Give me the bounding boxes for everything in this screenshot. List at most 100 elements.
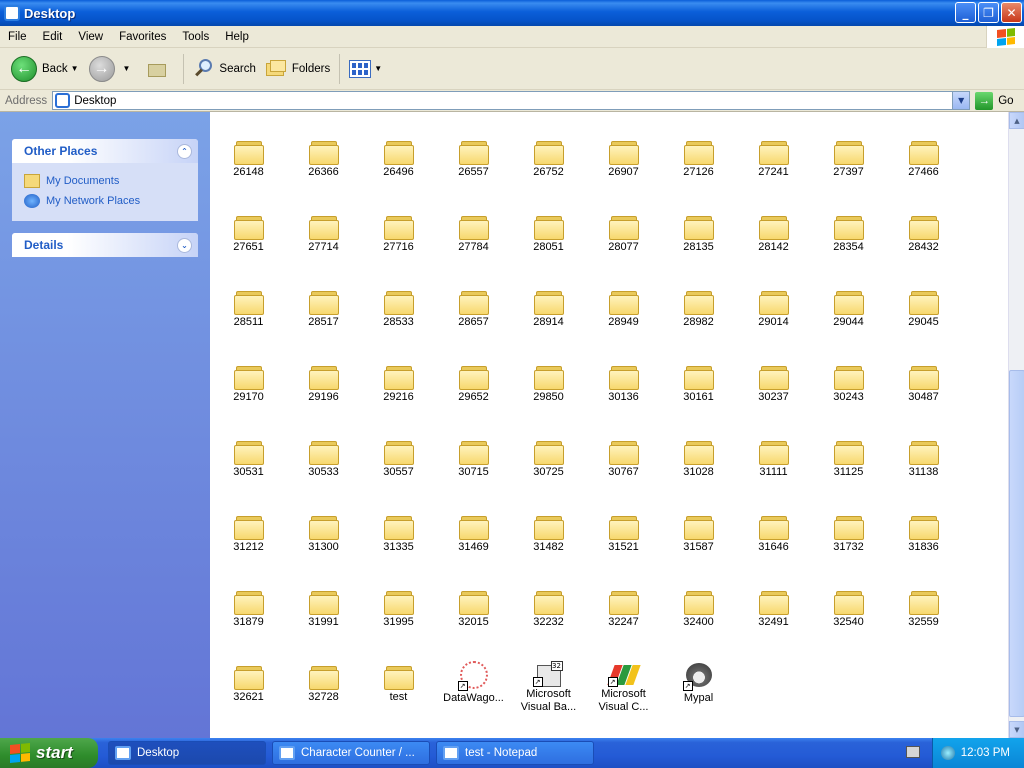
folder-item[interactable]: 27651 [211,189,286,264]
keyboard-icon[interactable] [906,746,920,758]
folder-item[interactable]: 31732 [811,489,886,564]
folder-item[interactable]: 31300 [286,489,361,564]
menu-tools[interactable]: Tools [174,31,217,43]
folder-item[interactable]: 27714 [286,189,361,264]
forward-dropdown-icon[interactable]: ▼ [123,64,131,73]
folders-button[interactable]: Folders [261,52,335,86]
folder-item[interactable]: 29196 [286,339,361,414]
folder-item[interactable]: 31028 [661,414,736,489]
folder-item[interactable]: 28533 [361,264,436,339]
folder-item[interactable]: 31836 [886,489,961,564]
folder-item[interactable]: 26752 [511,114,586,189]
back-dropdown-icon[interactable]: ▼ [71,64,79,73]
folder-item[interactable]: 31125 [811,414,886,489]
scroll-thumb[interactable] [1009,370,1024,717]
folder-item[interactable]: 32559 [886,564,961,639]
folder-item[interactable]: 30725 [511,414,586,489]
folder-item[interactable]: 28982 [661,264,736,339]
details-header[interactable]: Details ⌄ [12,233,198,257]
menu-file[interactable]: File [0,31,35,43]
folder-item[interactable]: 28142 [736,189,811,264]
folder-item[interactable]: 32247 [586,564,661,639]
folder-item[interactable]: 27466 [886,114,961,189]
folder-item[interactable]: 31482 [511,489,586,564]
link-my-documents[interactable]: My Documents [24,171,188,191]
folder-item[interactable]: 30136 [586,339,661,414]
folder-item[interactable]: 29044 [811,264,886,339]
folder-item[interactable]: 29045 [886,264,961,339]
folder-item[interactable]: 31335 [361,489,436,564]
folder-item[interactable]: 31995 [361,564,436,639]
folder-item[interactable]: 30487 [886,339,961,414]
taskbar-item-character-counter[interactable]: Character Counter / ... [272,741,430,765]
folder-item[interactable]: 30557 [361,414,436,489]
folder-item[interactable]: 31646 [736,489,811,564]
shortcut-item[interactable]: ↗ Microsoft Visual C... [586,639,661,714]
folder-item[interactable]: 31138 [886,414,961,489]
folder-item[interactable]: 31111 [736,414,811,489]
folder-item[interactable]: 27397 [811,114,886,189]
folder-item[interactable]: 32728 [286,639,361,714]
menu-help[interactable]: Help [217,31,257,43]
folder-item[interactable]: 27241 [736,114,811,189]
folder-item[interactable]: 27716 [361,189,436,264]
folder-item[interactable]: 30531 [211,414,286,489]
folder-item[interactable]: 30237 [736,339,811,414]
address-input[interactable]: Desktop ▼ [52,91,971,110]
folder-item[interactable]: 26148 [211,114,286,189]
folder-item[interactable]: 29850 [511,339,586,414]
folder-item[interactable]: 26907 [586,114,661,189]
folder-item[interactable]: 31469 [436,489,511,564]
folder-item[interactable]: 31879 [211,564,286,639]
minimize-button[interactable]: _ [955,2,976,23]
views-button[interactable]: ▼ [344,52,387,86]
folder-item[interactable]: 28511 [211,264,286,339]
folder-item[interactable]: 27784 [436,189,511,264]
folder-item[interactable]: 29216 [361,339,436,414]
network-tray-icon[interactable] [940,746,955,760]
folder-item[interactable]: 28517 [286,264,361,339]
folder-item[interactable]: 28657 [436,264,511,339]
folder-item[interactable]: 31991 [286,564,361,639]
folder-item[interactable]: 27126 [661,114,736,189]
close-button[interactable]: ✕ [1001,2,1022,23]
go-button[interactable]: → Go [975,91,1014,110]
taskbar-item-desktop[interactable]: Desktop [108,741,266,765]
folder-item[interactable]: 32232 [511,564,586,639]
shortcut-item[interactable]: ↗ Mypal [661,639,736,714]
shortcut-item[interactable]: 32 ↗ Microsoft Visual Ba... [511,639,586,714]
up-folder-button[interactable] [135,52,179,86]
folder-item[interactable]: 32015 [436,564,511,639]
menu-favorites[interactable]: Favorites [111,31,174,43]
scroll-down-arrow-icon[interactable]: ▼ [1009,721,1024,738]
clock[interactable]: 12:03 PM [961,747,1010,759]
folder-item[interactable]: 29170 [211,339,286,414]
folder-item[interactable]: 28135 [661,189,736,264]
folder-item[interactable]: 29014 [736,264,811,339]
folder-item[interactable]: 28432 [886,189,961,264]
folder-item[interactable]: 28077 [586,189,661,264]
menu-view[interactable]: View [70,31,111,43]
vertical-scrollbar[interactable]: ▲ ▼ [1008,112,1024,738]
folder-item[interactable]: 28949 [586,264,661,339]
address-dropdown-icon[interactable]: ▼ [952,92,970,109]
folder-item[interactable]: 28051 [511,189,586,264]
start-button[interactable]: start [0,738,98,768]
folder-item[interactable]: 28354 [811,189,886,264]
maximize-button[interactable]: ❐ [978,2,999,23]
folder-item[interactable]: 30161 [661,339,736,414]
folder-item[interactable]: 30715 [436,414,511,489]
folder-item[interactable]: 31521 [586,489,661,564]
folder-item[interactable]: 26366 [286,114,361,189]
link-my-network-places[interactable]: My Network Places [24,191,188,211]
folder-item[interactable]: 30767 [586,414,661,489]
scroll-up-arrow-icon[interactable]: ▲ [1009,112,1024,129]
other-places-header[interactable]: Other Places ⌃ [12,139,198,163]
folder-item[interactable]: 31212 [211,489,286,564]
back-button[interactable]: ← Back ▼ [6,52,84,86]
collapse-chevron-icon[interactable]: ⌃ [177,143,192,159]
folder-item[interactable]: 32621 [211,639,286,714]
folder-item[interactable]: 32400 [661,564,736,639]
folder-item[interactable]: 29652 [436,339,511,414]
folder-item[interactable]: 26496 [361,114,436,189]
